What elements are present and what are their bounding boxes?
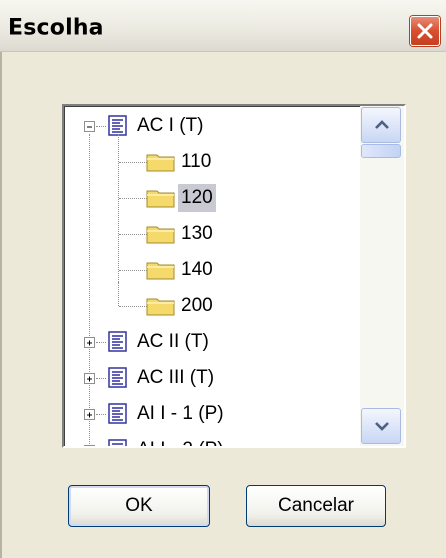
tree-connector — [96, 126, 106, 127]
tree-node-ai-i-2[interactable]: AI I - 2 (P) — [64, 434, 354, 446]
document-list-icon — [108, 367, 128, 389]
tree-node-label: AC I (T) — [137, 115, 204, 136]
tree-node-label: AC II (T) — [137, 331, 209, 352]
tree-connector — [119, 234, 149, 235]
tree-node-label: 130 — [181, 223, 213, 244]
tree-connector — [96, 378, 106, 379]
tree-node-label-selected: 120 — [178, 184, 216, 212]
tree-connector — [119, 306, 149, 307]
tree-node-120[interactable]: 120 — [64, 182, 354, 218]
tree-node-ai-i-1[interactable]: AI I - 1 (P) — [64, 398, 354, 434]
tree-connector — [96, 342, 106, 343]
cancel-button[interactable]: Cancelar — [246, 485, 386, 527]
folder-icon — [146, 259, 176, 281]
tree-node-label: 200 — [181, 295, 213, 316]
scroll-up-button[interactable] — [361, 107, 401, 143]
document-list-icon — [108, 403, 128, 425]
window-title: Escolha — [8, 15, 104, 41]
expand-icon[interactable] — [84, 373, 95, 384]
folder-icon — [146, 223, 176, 245]
tree-node-label: 140 — [181, 259, 213, 280]
tree-node-110[interactable]: 110 — [64, 146, 354, 182]
tree-connector — [96, 414, 106, 415]
ok-button[interactable]: OK — [68, 485, 210, 527]
expand-icon[interactable] — [84, 445, 95, 446]
folder-icon — [146, 295, 176, 317]
close-button[interactable] — [410, 16, 440, 46]
tree-view[interactable]: AC I (T) 110 120 130 140 200 AC II (T) A… — [62, 104, 406, 448]
title-bar[interactable]: Escolha — [0, 0, 446, 52]
vertical-scrollbar[interactable] — [360, 106, 404, 446]
tree-node-140[interactable]: 140 — [64, 254, 354, 290]
tree-node-label: AC III (T) — [137, 367, 215, 388]
folder-icon — [146, 151, 176, 173]
folder-icon — [146, 187, 176, 209]
tree-node-200[interactable]: 200 — [64, 282, 354, 326]
tree-node-130[interactable]: 130 — [64, 218, 354, 254]
tree-node-ac-i[interactable]: AC I (T) — [64, 110, 354, 146]
tree-node-label: 110 — [181, 151, 212, 172]
collapse-icon[interactable] — [84, 121, 95, 132]
choose-dialog: Escolha AC I (T) 110 120 130 140 200 AC … — [0, 0, 446, 558]
tree-child-line-end — [118, 282, 119, 306]
tree-connector — [119, 198, 149, 199]
tree-node-label: AI I - 1 (P) — [137, 403, 224, 424]
expand-icon[interactable] — [84, 409, 95, 420]
scroll-down-button[interactable] — [361, 408, 401, 444]
scroll-thumb[interactable] — [361, 144, 401, 158]
tree-node-ac-iii[interactable]: AC III (T) — [64, 362, 354, 398]
expand-icon[interactable] — [84, 337, 95, 348]
tree-node-label: AI I - 2 (P) — [134, 436, 227, 446]
tree-connector — [119, 270, 149, 271]
document-list-icon — [108, 439, 128, 446]
document-list-icon — [108, 331, 128, 353]
tree-connector — [119, 162, 149, 163]
window-frame — [0, 52, 2, 558]
tree-node-ac-ii[interactable]: AC II (T) — [64, 326, 354, 362]
